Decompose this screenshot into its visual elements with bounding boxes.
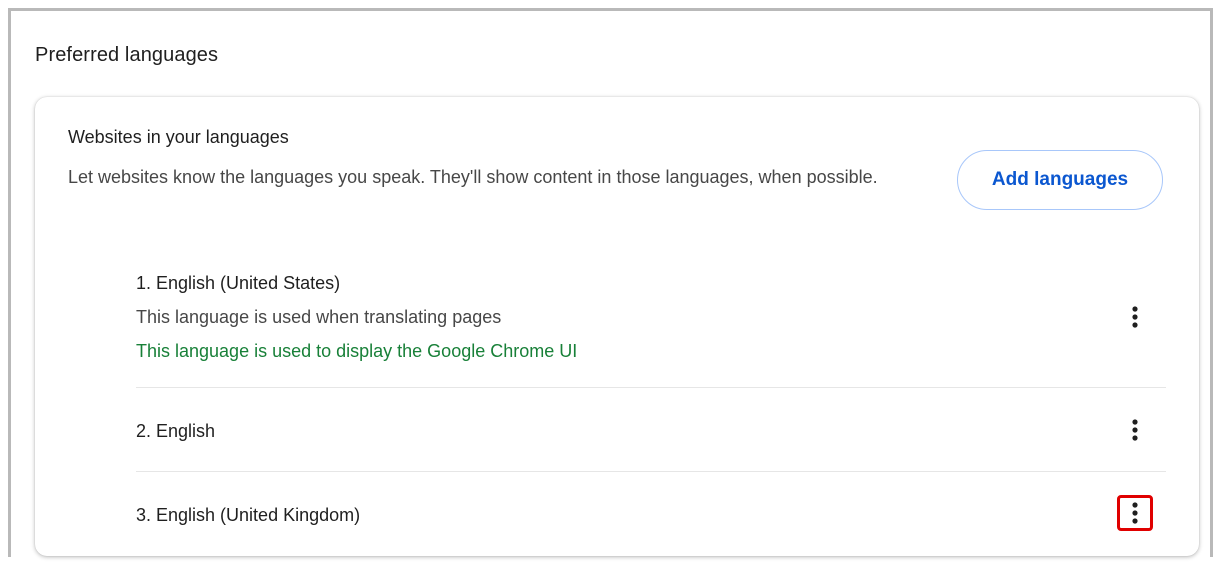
add-languages-button[interactable]: Add languages [957,150,1163,210]
more-actions-button[interactable] [1119,414,1151,446]
language-label: 1. English (United States) [136,273,341,293]
language-item-english-us: 1. English (United States) This language… [136,263,1166,388]
card-title: Websites in your languages [68,127,289,147]
language-translate-note: This language is used when translating p… [136,307,502,327]
more-vert-icon [1132,419,1138,441]
language-label: 2. English [136,421,216,441]
more-vert-icon [1132,306,1138,328]
language-label: 3. English (United Kingdom) [136,505,361,525]
language-ui-note: This language is used to display the Goo… [136,341,578,361]
language-list: 1. English (United States) This language… [136,263,1166,562]
more-actions-button[interactable] [1117,495,1153,531]
language-item-english-uk: 3. English (United Kingdom) [136,472,1166,562]
more-actions-button[interactable] [1119,301,1151,333]
languages-card: Websites in your languages Let websites … [35,97,1199,556]
more-vert-icon [1132,502,1138,524]
section-title: Preferred languages [35,44,219,66]
card-description: Let websites know the languages you spea… [68,167,878,187]
language-item-english: 2. English [136,388,1166,472]
